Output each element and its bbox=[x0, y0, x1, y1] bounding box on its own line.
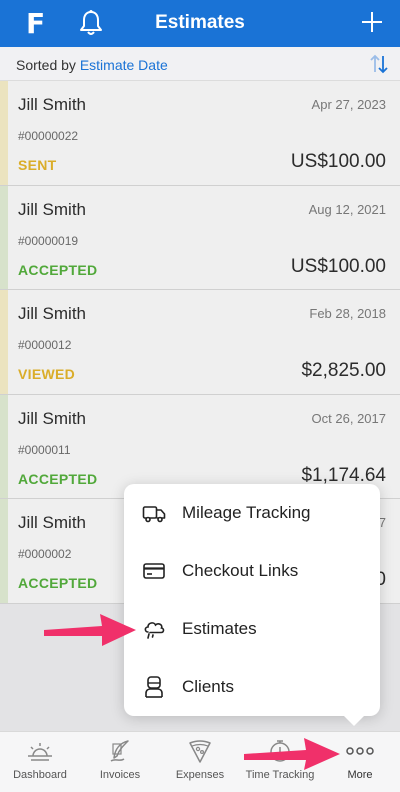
popup-pointer bbox=[340, 712, 368, 726]
add-icon[interactable] bbox=[360, 10, 384, 34]
tab-dashboard[interactable]: Dashboard bbox=[0, 732, 80, 792]
estimates-cloud-icon bbox=[144, 622, 165, 639]
more-dots-icon bbox=[346, 747, 374, 755]
credit-card-icon bbox=[143, 563, 165, 579]
tab-invoices[interactable]: Invoices bbox=[80, 732, 160, 792]
quill-icon bbox=[110, 740, 129, 762]
more-menu-popup: Mileage Tracking Checkout Links Estimate… bbox=[124, 484, 380, 716]
menu-item-label: Clients bbox=[182, 677, 234, 696]
tab-label: Invoices bbox=[99, 769, 141, 781]
sort-prefix: Sorted by bbox=[16, 57, 76, 73]
tab-label: Expenses bbox=[175, 769, 225, 781]
page-title: Estimates bbox=[155, 12, 245, 33]
menu-item-estimates[interactable]: Estimates bbox=[124, 600, 380, 658]
menu-item-label: Checkout Links bbox=[182, 561, 299, 580]
menu-item-clients[interactable]: Clients bbox=[124, 658, 380, 716]
pizza-icon bbox=[189, 740, 211, 763]
menu-item-mileage-tracking[interactable]: Mileage Tracking bbox=[124, 484, 380, 542]
annotation-arrow bbox=[44, 614, 136, 646]
menu-item-label: Estimates bbox=[182, 619, 257, 638]
nav-bar: F Estimates bbox=[0, 0, 400, 47]
sort-bar: Sorted by Estimate Date bbox=[0, 47, 400, 81]
client-person-icon bbox=[145, 676, 163, 698]
tab-label: Dashboard bbox=[13, 769, 67, 781]
sort-field-link[interactable]: Estimate Date bbox=[80, 57, 168, 73]
tab-expenses[interactable]: Expenses bbox=[160, 732, 240, 792]
menu-item-checkout-links[interactable]: Checkout Links bbox=[124, 542, 380, 600]
menu-item-label: Mileage Tracking bbox=[182, 503, 311, 522]
truck-icon bbox=[142, 506, 166, 523]
annotation-arrow bbox=[244, 738, 340, 770]
sort-order-icon[interactable] bbox=[368, 54, 390, 74]
sort-label: Sorted by Estimate Date bbox=[16, 57, 168, 73]
sunrise-icon bbox=[28, 743, 52, 761]
